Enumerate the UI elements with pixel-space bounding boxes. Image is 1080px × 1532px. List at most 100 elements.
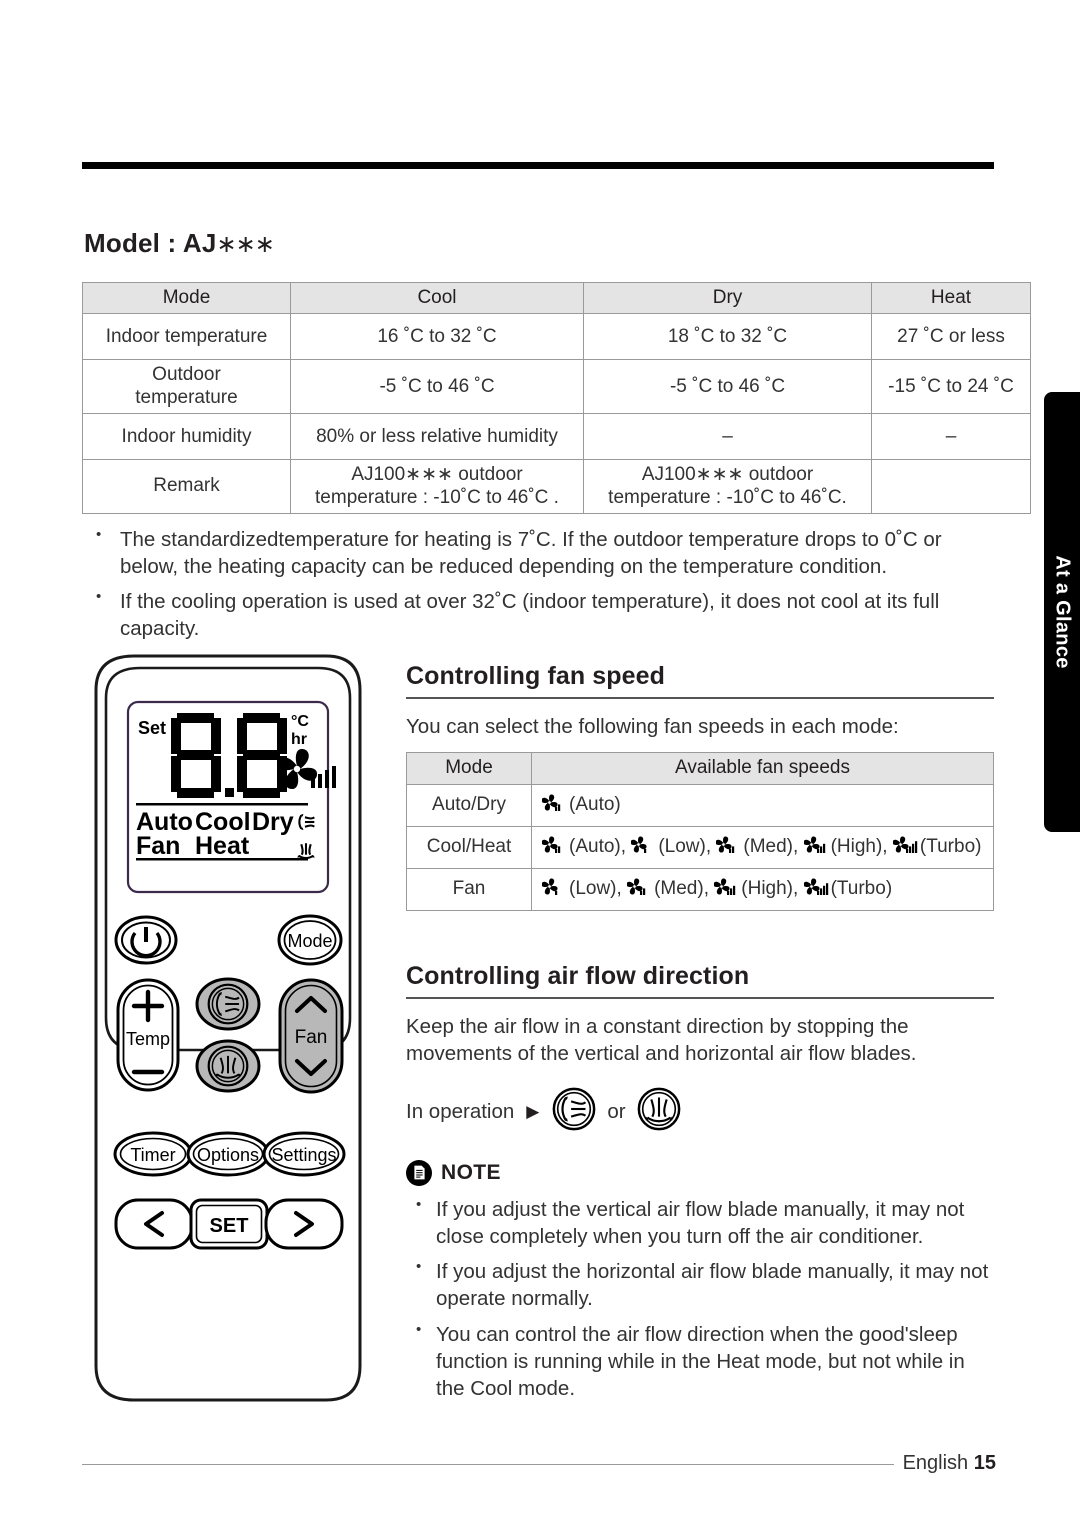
page-top-rule <box>82 162 994 169</box>
list-item: If the cooling operation is used at over… <box>84 587 996 643</box>
table-row: Auto/Dry (Auto) <box>406 783 994 827</box>
fan-speed-section: Controlling fan speed You can select the… <box>406 662 994 911</box>
row-label: Remark <box>82 459 291 515</box>
table-header-row: Mode Available fan speeds <box>406 752 994 785</box>
table-row: Indoor humidity 80% or less relative hum… <box>82 413 1031 461</box>
fan-speed-label: (High), <box>741 877 799 899</box>
svg-text:°C: °C <box>291 713 309 730</box>
svg-text:hr: hr <box>291 731 307 748</box>
table-header-row: Mode Cool Dry Heat <box>82 281 1031 315</box>
fan-speed-icon <box>627 878 653 898</box>
fan-row-speeds: (Low), (Med), (High), (Turbo) <box>531 867 994 911</box>
svg-text:Heat: Heat <box>195 832 250 860</box>
spec-table-container: Mode Cool Dry Heat Indoor temperature 16… <box>82 281 1031 515</box>
col-dry: Dry <box>583 281 872 315</box>
fan-speed-icon <box>542 794 568 814</box>
cell-cool: 80% or less relative humidity <box>290 413 584 461</box>
fan-row-speeds: (Auto), (Low), (Med), (High), (Turbo) <box>531 825 994 869</box>
manual-page: Model : AJ∗∗∗ Mode Cool Dry Heat Indoor … <box>0 0 1080 1532</box>
list-item: If you adjust the horizontal air flow bl… <box>406 1257 994 1313</box>
svg-text:Dry: Dry <box>252 808 294 836</box>
list-item: If you adjust the vertical air flow blad… <box>406 1195 994 1251</box>
fan-speed-label: (Auto) <box>569 793 621 815</box>
col-mode: Mode <box>82 281 291 315</box>
fan-speed-icon <box>714 878 740 898</box>
fan-speed-entry: (Med), <box>716 836 798 857</box>
col-mode: Mode <box>406 752 532 785</box>
fan-speed-label: (Auto), <box>569 835 627 857</box>
svg-text:Fan: Fan <box>295 1027 328 1048</box>
fan-speed-icon <box>716 836 742 856</box>
note-label: NOTE <box>441 1160 501 1184</box>
cell-dry: AJ100∗∗∗ outdoor temperature : -10˚C to … <box>583 459 872 515</box>
svg-text:Options: Options <box>197 1145 259 1165</box>
air-flow-heading: Controlling air flow direction <box>406 962 750 990</box>
note-header: NOTE <box>406 1159 994 1186</box>
cell-dry: -5 ˚C to 46 ˚C <box>583 359 872 415</box>
page-number: 15 <box>973 1452 996 1474</box>
spec-notes-list: The standardizedtemperature for heating … <box>84 525 996 649</box>
cell-heat: -15 ˚C to 24 ˚C <box>871 359 1031 415</box>
fan-speed-label: (High), <box>830 835 888 857</box>
svg-text:Set: Set <box>138 718 166 738</box>
fan-speed-intro: You can select the following fan speeds … <box>406 715 899 738</box>
or-label: or <box>607 1099 626 1123</box>
fan-speed-entry: (Auto) <box>542 794 621 815</box>
fan-row-speeds: (Auto) <box>531 783 994 827</box>
chapter-tab-at-a-glance: At a Glance <box>1044 392 1080 832</box>
fan-speed-table: Mode Available fan speeds Auto/Dry (Auto… <box>406 752 994 911</box>
col-cool: Cool <box>290 281 584 315</box>
fan-speed-icon <box>803 878 830 898</box>
fan-speed-icon <box>803 836 830 856</box>
table-row: Fan (Low), (Med), (High), (Turbo) <box>406 867 994 911</box>
svg-text:Timer: Timer <box>130 1145 175 1165</box>
operating-range-table: Mode Cool Dry Heat Indoor temperature 16… <box>82 281 1031 515</box>
swing-horizontal-icon <box>636 1086 682 1138</box>
play-triangle-icon: ▶ <box>526 1101 540 1121</box>
fan-speed-entry: (Turbo) <box>803 877 893 899</box>
note-bullet-list: If you adjust the vertical air flow blad… <box>406 1195 994 1403</box>
fan-speed-label: (Low), <box>569 877 622 899</box>
table-row: Remark AJ100∗∗∗ outdoor temperature : -1… <box>82 459 1031 515</box>
list-item: The standardizedtemperature for heating … <box>84 525 996 581</box>
fan-row-mode: Fan <box>406 867 532 911</box>
fan-speed-icon <box>631 836 657 856</box>
fan-speed-label: (Turbo) <box>919 835 982 857</box>
footer: English 15 <box>903 1452 996 1475</box>
fan-speed-entry: (High), <box>803 835 888 857</box>
col-available-speeds: Available fan speeds <box>531 752 994 785</box>
fan-speed-entry: (High), <box>714 878 798 899</box>
row-label: Indoor humidity <box>82 413 291 461</box>
cell-cool: AJ100∗∗∗ outdoor temperature : -10˚C to … <box>290 459 584 515</box>
fan-speed-label: (Low), <box>658 835 712 857</box>
fan-speed-label: (Med), <box>654 877 709 899</box>
table-row: Cool/Heat (Auto), (Low), (Med), (High), … <box>406 825 994 869</box>
table-row: Outdoor temperature -5 ˚C to 46 ˚C -5 ˚C… <box>82 359 1031 415</box>
footer-language: English <box>902 1452 969 1474</box>
fan-speed-entry: (Auto), <box>542 836 626 857</box>
fan-speed-icon <box>542 836 568 856</box>
page-title: Model : AJ∗∗∗ <box>84 228 275 259</box>
heading-rule <box>406 997 994 999</box>
fan-speed-entry: (Med), <box>627 878 709 899</box>
svg-text:Fan: Fan <box>136 832 180 860</box>
cell-cool: 16 ˚C to 32 ˚C <box>290 313 584 361</box>
row-label: Indoor temperature <box>82 313 291 361</box>
cell-cool: -5 ˚C to 46 ˚C <box>290 359 584 415</box>
svg-text:Settings: Settings <box>271 1145 336 1165</box>
air-flow-body: Keep the air flow in a constant directio… <box>406 1015 917 1066</box>
svg-text:Mode: Mode <box>287 931 332 951</box>
table-row: Indoor temperature 16 ˚C to 32 ˚C 18 ˚C … <box>82 313 1031 361</box>
svg-text:SET: SET <box>210 1215 249 1237</box>
in-operation-label: In operation <box>406 1099 515 1123</box>
footer-rule <box>82 1464 894 1465</box>
swing-vertical-icon <box>551 1086 597 1138</box>
svg-text:Temp: Temp <box>126 1029 170 1049</box>
air-flow-section: Controlling air flow direction Keep the … <box>406 962 994 1410</box>
fan-speed-entry: (Low), <box>631 836 711 857</box>
fan-speed-label: (Turbo) <box>830 877 893 899</box>
fan-speed-icon <box>542 878 568 898</box>
cell-dry: – <box>583 413 872 461</box>
cell-heat: – <box>871 413 1031 461</box>
cell-heat: 27 ˚C or less <box>871 313 1031 361</box>
